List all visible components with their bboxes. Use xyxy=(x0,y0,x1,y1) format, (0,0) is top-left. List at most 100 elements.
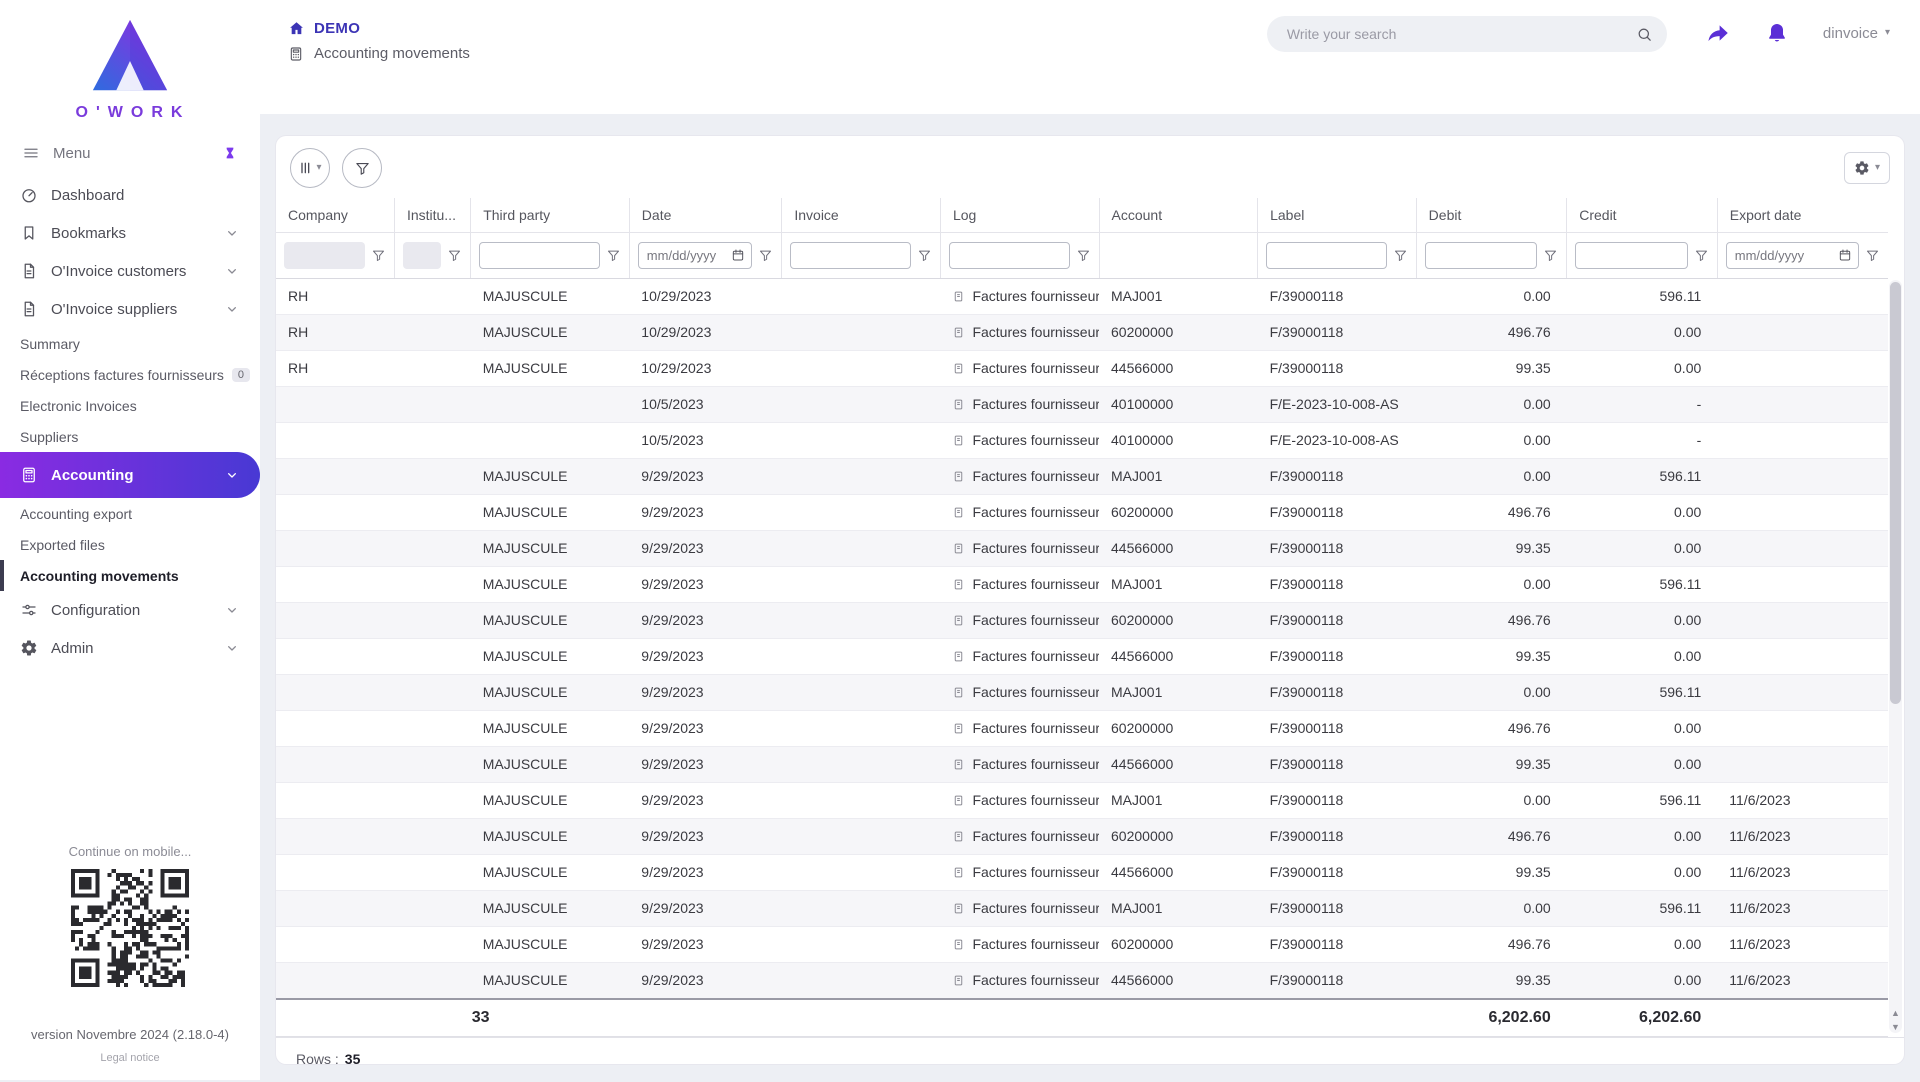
cell-company xyxy=(276,566,394,602)
funnel-icon[interactable] xyxy=(447,248,462,263)
breadcrumb-home[interactable]: DEMO xyxy=(288,20,470,37)
col-header-export-date[interactable]: Export date xyxy=(1717,198,1888,232)
sidebar-subitem-suppliers[interactable]: Suppliers xyxy=(0,421,260,452)
table-row[interactable]: MAJUSCULE 9/29/2023 Factures fournisseur… xyxy=(276,962,1888,999)
filter-debit-input[interactable] xyxy=(1425,242,1538,269)
table-row[interactable]: RH MAJUSCULE 10/29/2023 Factures fournis… xyxy=(276,314,1888,350)
cell-label: F/39000118 xyxy=(1258,962,1417,999)
calculator-icon xyxy=(20,466,38,484)
cell-date: 9/29/2023 xyxy=(629,782,782,818)
sidebar-subitem-electronic-invoices[interactable]: Electronic Invoices xyxy=(0,390,260,421)
journal-icon xyxy=(952,794,965,807)
col-header-invoice[interactable]: Invoice xyxy=(782,198,941,232)
filter-label-input[interactable] xyxy=(1266,242,1387,269)
funnel-icon[interactable] xyxy=(371,248,386,263)
col-header-date[interactable]: Date xyxy=(629,198,782,232)
sidebar-item-admin[interactable]: Admin xyxy=(0,629,260,667)
filter-export-date-input[interactable] xyxy=(1726,242,1859,269)
sidebar-item-dashboard[interactable]: Dashboard xyxy=(0,176,260,214)
col-header-label[interactable]: Label xyxy=(1258,198,1417,232)
cell-debit: 496.76 xyxy=(1416,602,1567,638)
cell-export-date xyxy=(1717,710,1888,746)
sidebar-subitem-receptions[interactable]: Réceptions factures fournisseurs 0 xyxy=(0,359,260,390)
table-toolbar: ▾ ▾ xyxy=(276,136,1904,198)
col-header-debit[interactable]: Debit xyxy=(1416,198,1567,232)
page-title: Accounting movements xyxy=(288,45,470,62)
sidebar-item-oinvoice-suppliers[interactable]: O'Invoice suppliers xyxy=(0,290,260,328)
table-row[interactable]: MAJUSCULE 9/29/2023 Factures fournisseur… xyxy=(276,782,1888,818)
share-button[interactable] xyxy=(1705,20,1731,46)
cell-invoice xyxy=(782,890,941,926)
table-row[interactable]: MAJUSCULE 9/29/2023 Factures fournisseur… xyxy=(276,854,1888,890)
filter-invoice-input[interactable] xyxy=(790,242,911,269)
table-row[interactable]: MAJUSCULE 9/29/2023 Factures fournisseur… xyxy=(276,638,1888,674)
scroll-down-arrow[interactable]: ▼ xyxy=(1889,1021,1902,1033)
filter-log-input[interactable] xyxy=(949,242,1070,269)
cell-credit: 596.11 xyxy=(1567,566,1718,602)
table-row[interactable]: 10/5/2023 Factures fournisseurs 40100000 xyxy=(276,386,1888,422)
table-row[interactable]: MAJUSCULE 9/29/2023 Factures fournisseur… xyxy=(276,566,1888,602)
funnel-icon[interactable] xyxy=(1694,248,1709,263)
sidebar-subitem-exported-files[interactable]: Exported files xyxy=(0,529,260,560)
journal-icon xyxy=(952,974,965,987)
funnel-icon[interactable] xyxy=(606,248,621,263)
funnel-icon[interactable] xyxy=(1543,248,1558,263)
hamburger-icon[interactable] xyxy=(22,144,40,162)
filter-company-input[interactable] xyxy=(284,242,365,269)
notifications-bell-button[interactable] xyxy=(1765,21,1789,45)
scrollbar-thumb[interactable] xyxy=(1890,282,1901,704)
sidebar-item-accounting[interactable]: Accounting xyxy=(0,452,260,498)
col-header-company[interactable]: Company xyxy=(276,198,394,232)
sidebar-subitem-accounting-export[interactable]: Accounting export xyxy=(0,498,260,529)
sidebar-item-bookmarks[interactable]: Bookmarks xyxy=(0,214,260,252)
table-row[interactable]: MAJUSCULE 9/29/2023 Factures fournisseur… xyxy=(276,674,1888,710)
cell-third-party: MAJUSCULE xyxy=(471,854,630,890)
table-row[interactable]: 10/5/2023 Factures fournisseurs 40100000 xyxy=(276,422,1888,458)
funnel-icon[interactable] xyxy=(1076,248,1091,263)
chevron-down-icon xyxy=(224,225,240,241)
table-settings-button[interactable]: ▾ xyxy=(1844,152,1890,184)
sidebar-item-configuration[interactable]: Configuration xyxy=(0,591,260,629)
table-row[interactable]: MAJUSCULE 9/29/2023 Factures fournisseur… xyxy=(276,530,1888,566)
filter-credit-input[interactable] xyxy=(1575,242,1688,269)
filter-date-input[interactable] xyxy=(638,242,753,269)
table-row[interactable]: MAJUSCULE 9/29/2023 Factures fournisseur… xyxy=(276,926,1888,962)
journal-icon xyxy=(952,686,965,699)
col-header-account[interactable]: Account xyxy=(1099,198,1258,232)
sidebar-item-oinvoice-customers[interactable]: O'Invoice customers xyxy=(0,252,260,290)
funnel-icon[interactable] xyxy=(1865,248,1880,263)
journal-icon xyxy=(952,902,965,915)
col-header-institution[interactable]: Institu... xyxy=(394,198,470,232)
cell-account: MAJ001 xyxy=(1099,890,1258,926)
table-row[interactable]: RH MAJUSCULE 10/29/2023 Factures fournis… xyxy=(276,278,1888,314)
table-row[interactable]: MAJUSCULE 9/29/2023 Factures fournisseur… xyxy=(276,818,1888,854)
search-icon[interactable] xyxy=(1636,26,1653,43)
cell-company xyxy=(276,782,394,818)
column-chooser-button[interactable]: ▾ xyxy=(290,148,330,188)
filter-institution-input[interactable] xyxy=(403,242,441,269)
filter-toggle-button[interactable] xyxy=(342,148,382,188)
user-menu[interactable]: dinvoice ▾ xyxy=(1823,25,1890,42)
funnel-icon[interactable] xyxy=(1393,248,1408,263)
col-header-third-party[interactable]: Third party xyxy=(471,198,630,232)
filter-third-party-input[interactable] xyxy=(479,242,600,269)
table-row[interactable]: MAJUSCULE 9/29/2023 Factures fournisseur… xyxy=(276,602,1888,638)
legal-notice-link[interactable]: Legal notice xyxy=(0,1052,260,1064)
table-row[interactable]: MAJUSCULE 9/29/2023 Factures fournisseur… xyxy=(276,710,1888,746)
table-row[interactable]: MAJUSCULE 9/29/2023 Factures fournisseur… xyxy=(276,494,1888,530)
table-row[interactable]: MAJUSCULE 9/29/2023 Factures fournisseur… xyxy=(276,890,1888,926)
sidebar-subitem-summary[interactable]: Summary xyxy=(0,328,260,359)
sidebar-subitem-accounting-movements[interactable]: Accounting movements xyxy=(0,560,260,591)
col-header-credit[interactable]: Credit xyxy=(1567,198,1718,232)
scroll-up-arrow[interactable]: ▲ xyxy=(1889,1007,1902,1019)
menu-header[interactable]: Menu xyxy=(0,126,260,176)
funnel-icon[interactable] xyxy=(917,248,932,263)
pin-sidebar-icon[interactable] xyxy=(222,145,238,161)
funnel-icon[interactable] xyxy=(758,248,773,263)
table-row[interactable]: RH MAJUSCULE 10/29/2023 Factures fournis… xyxy=(276,350,1888,386)
table-row[interactable]: MAJUSCULE 9/29/2023 Factures fournisseur… xyxy=(276,746,1888,782)
table-row[interactable]: MAJUSCULE 9/29/2023 Factures fournisseur… xyxy=(276,458,1888,494)
search-input[interactable] xyxy=(1285,25,1636,43)
global-search xyxy=(1267,16,1667,52)
col-header-log[interactable]: Log xyxy=(940,198,1099,232)
